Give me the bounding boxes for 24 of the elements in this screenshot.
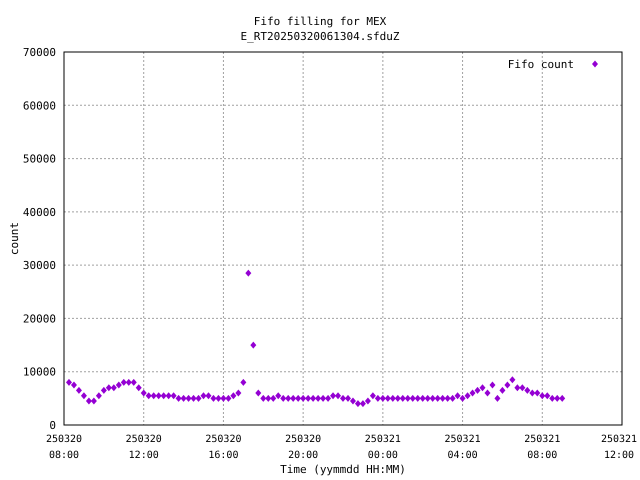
- y-tick-label: 20000: [22, 312, 56, 326]
- x-tick-label: 250320 16:00: [205, 434, 242, 461]
- y-tick-label: 70000: [22, 46, 56, 59]
- x-tick-label: 250320 12:00: [126, 434, 162, 461]
- y-tick-label: 0: [49, 419, 56, 432]
- y-tick-label: 40000: [22, 206, 56, 219]
- x-tick-label: 250320 20:00: [285, 434, 322, 461]
- x-axis-label: Time (yymmdd HH:MM): [280, 463, 406, 476]
- y-tick-label: 10000: [22, 366, 56, 379]
- y-axis-label: count: [8, 222, 21, 256]
- y-tick-label: 30000: [22, 259, 56, 272]
- x-tick-label: 250321 12:00: [600, 434, 638, 461]
- chart-subtitle: E_RT20250320061304.sfduZ: [240, 30, 400, 43]
- y-tick-label: 60000: [22, 99, 56, 112]
- y-tick-label: 50000: [22, 152, 56, 166]
- chart-title: Fifo filling for MEX: [254, 15, 386, 28]
- x-tick-label: 250321 08:00: [524, 434, 560, 461]
- data-point: [250, 342, 256, 349]
- data-point: [245, 270, 252, 277]
- x-tick-label: 250321 00:00: [364, 434, 401, 461]
- legend-label: Fifo count: [508, 58, 574, 71]
- x-tick-label: 250321 04:00: [444, 434, 481, 461]
- x-tick-label: 250320 08:00: [46, 434, 82, 461]
- data-point: [240, 378, 246, 386]
